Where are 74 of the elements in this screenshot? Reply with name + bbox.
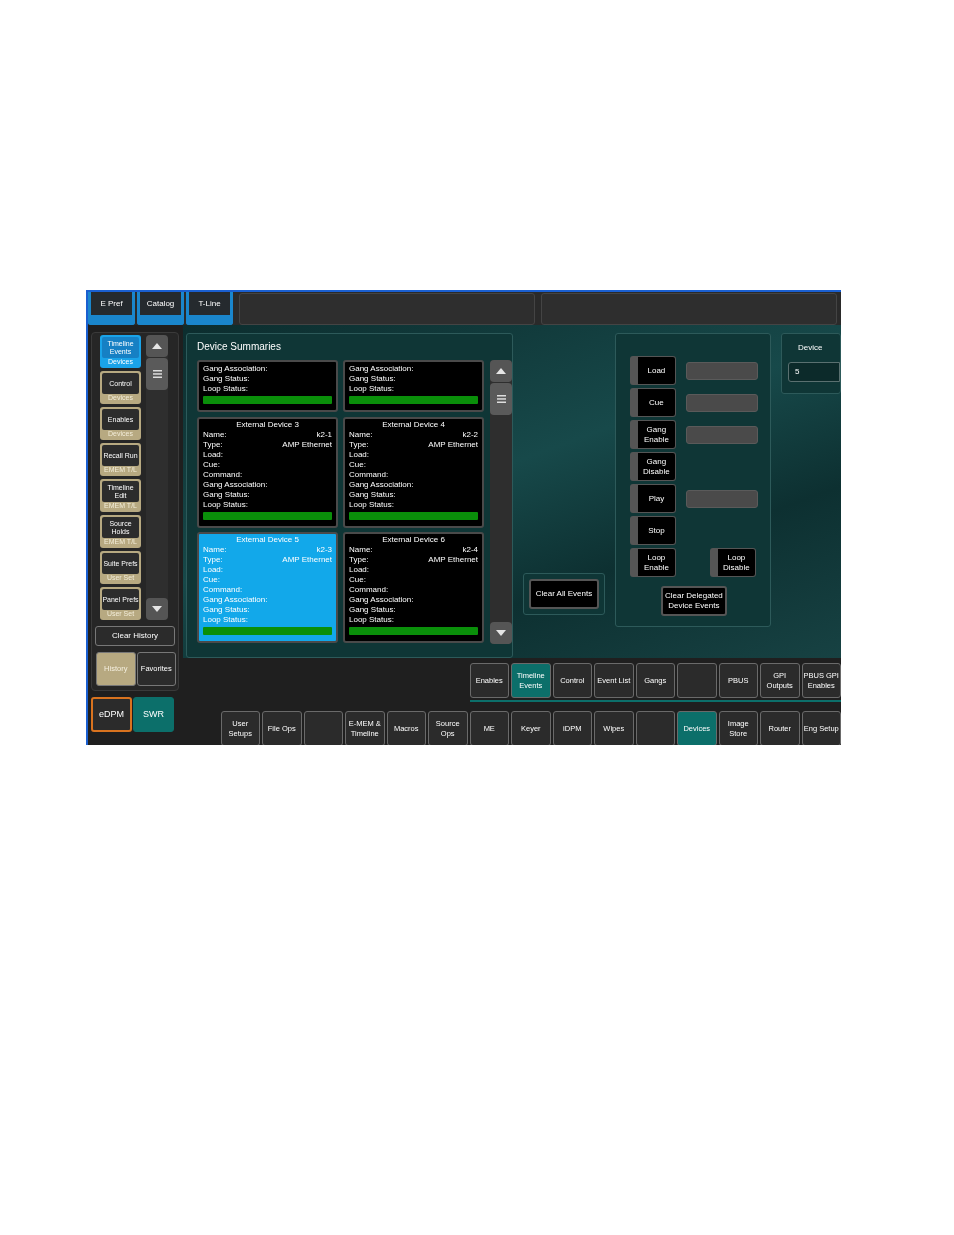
field-label: Gang Status: bbox=[203, 605, 250, 616]
clear-all-events-button[interactable]: Clear All Events bbox=[528, 579, 599, 609]
field-label: Command: bbox=[203, 469, 243, 480]
field-label: Cue: bbox=[349, 459, 366, 470]
field-label: Type: bbox=[203, 439, 223, 450]
field-value: k2-1 bbox=[316, 429, 332, 440]
field-label: Gang Association: bbox=[349, 595, 414, 606]
mode-button[interactable]: SWR bbox=[133, 697, 174, 732]
field-label: Gang Association: bbox=[203, 479, 268, 490]
device-card[interactable]: External Device 6 Name: k2-4 Type: AMP Ethernet Load: Cue: Command: Gang Association: Gang Status: Loop Status: bbox=[343, 532, 484, 644]
field-label: Loop Status: bbox=[203, 384, 248, 394]
action-button[interactable]: Loop Enable bbox=[629, 548, 676, 577]
panel-title: Device Summaries bbox=[196, 340, 282, 354]
field-label: Loop Status: bbox=[349, 384, 394, 394]
field-label: Load: bbox=[349, 565, 370, 576]
field-label: Load: bbox=[349, 449, 370, 460]
field-label: Gang Status: bbox=[203, 489, 250, 500]
field-label: Loop Status: bbox=[349, 499, 394, 510]
action-button[interactable]: Load bbox=[629, 356, 676, 385]
field-label: Type: bbox=[349, 439, 369, 450]
field-label: Loop Status: bbox=[349, 615, 394, 626]
card-title: External Device 4 bbox=[381, 419, 446, 430]
field-value: k2-2 bbox=[462, 429, 478, 440]
field-label: Gang Status: bbox=[349, 489, 396, 500]
field-value: AMP Ethernet bbox=[282, 439, 332, 450]
field-label: Gang Status: bbox=[349, 605, 396, 616]
card-title: External Device 3 bbox=[235, 419, 300, 430]
action-button[interactable]: Gang Disable bbox=[629, 452, 676, 481]
action-button[interactable]: Play bbox=[629, 484, 676, 513]
field-label: Cue: bbox=[203, 459, 220, 470]
field-value: AMP Ethernet bbox=[282, 555, 332, 566]
field-label: Command: bbox=[203, 585, 243, 596]
field-label: Gang Association: bbox=[203, 595, 268, 606]
field-label: Loop Status: bbox=[203, 499, 248, 510]
mode-button[interactable]: eDPM bbox=[91, 697, 132, 732]
top-tab[interactable]: Catalog bbox=[137, 292, 184, 325]
field-label: Load: bbox=[203, 449, 224, 460]
field-label: Cue: bbox=[349, 575, 366, 586]
field-label: Name: bbox=[349, 545, 373, 556]
field-label: Name: bbox=[349, 429, 373, 440]
device-card[interactable]: External Device 3 Name: k2-1 Type: AMP Ethernet Load: Cue: Command: Gang Association: Gang Status: Loop Status: bbox=[197, 416, 338, 528]
field-label: Loop Status: bbox=[203, 615, 248, 626]
field-label: Command: bbox=[349, 469, 389, 480]
field-label: Load: bbox=[203, 565, 224, 576]
field-label: Gang Association: bbox=[349, 479, 414, 490]
field-value: AMP Ethernet bbox=[428, 439, 478, 450]
field-label: Name: bbox=[203, 429, 227, 440]
field-label: Cue: bbox=[203, 575, 220, 586]
top-tab[interactable]: T-Line bbox=[186, 292, 233, 325]
clear-history-button[interactable]: Clear History bbox=[95, 626, 175, 646]
action-button[interactable]: Loop Disable bbox=[709, 548, 756, 577]
card-title: External Device 6 bbox=[381, 535, 446, 546]
field-label: Name: bbox=[203, 545, 227, 556]
top-tab[interactable]: E Pref bbox=[88, 292, 135, 325]
device-field[interactable]: 5 bbox=[788, 362, 840, 382]
field-label: Type: bbox=[203, 555, 223, 566]
device-label: Device bbox=[797, 342, 824, 354]
device-card[interactable]: Gang Association: Gang Status: Loop Status: bbox=[343, 360, 484, 412]
field-label: Type: bbox=[349, 555, 369, 566]
field-value: k2-3 bbox=[316, 545, 332, 556]
field-label: Command: bbox=[349, 585, 389, 596]
action-button[interactable]: Stop bbox=[629, 516, 676, 545]
field-label: Gang Status: bbox=[349, 374, 396, 384]
action-button[interactable]: Cue bbox=[629, 388, 676, 417]
card-title: External Device 5 bbox=[235, 535, 300, 546]
device-card[interactable]: Gang Association: Gang Status: Loop Status: bbox=[197, 360, 338, 412]
field-label: Gang Association: bbox=[203, 364, 268, 374]
field-label: Gang Status: bbox=[203, 374, 250, 384]
action-button[interactable]: Gang Enable bbox=[629, 420, 676, 449]
field-value: k2-4 bbox=[462, 545, 478, 556]
device-card[interactable]: External Device 4 Name: k2-2 Type: AMP Ethernet Load: Cue: Command: Gang Association: Gang Status: Loop Status: bbox=[343, 416, 484, 528]
field-value: AMP Ethernet bbox=[428, 555, 478, 566]
clear-delegated-button[interactable]: Clear Delegated Device Events bbox=[660, 586, 727, 616]
field-label: Gang Association: bbox=[349, 364, 414, 374]
